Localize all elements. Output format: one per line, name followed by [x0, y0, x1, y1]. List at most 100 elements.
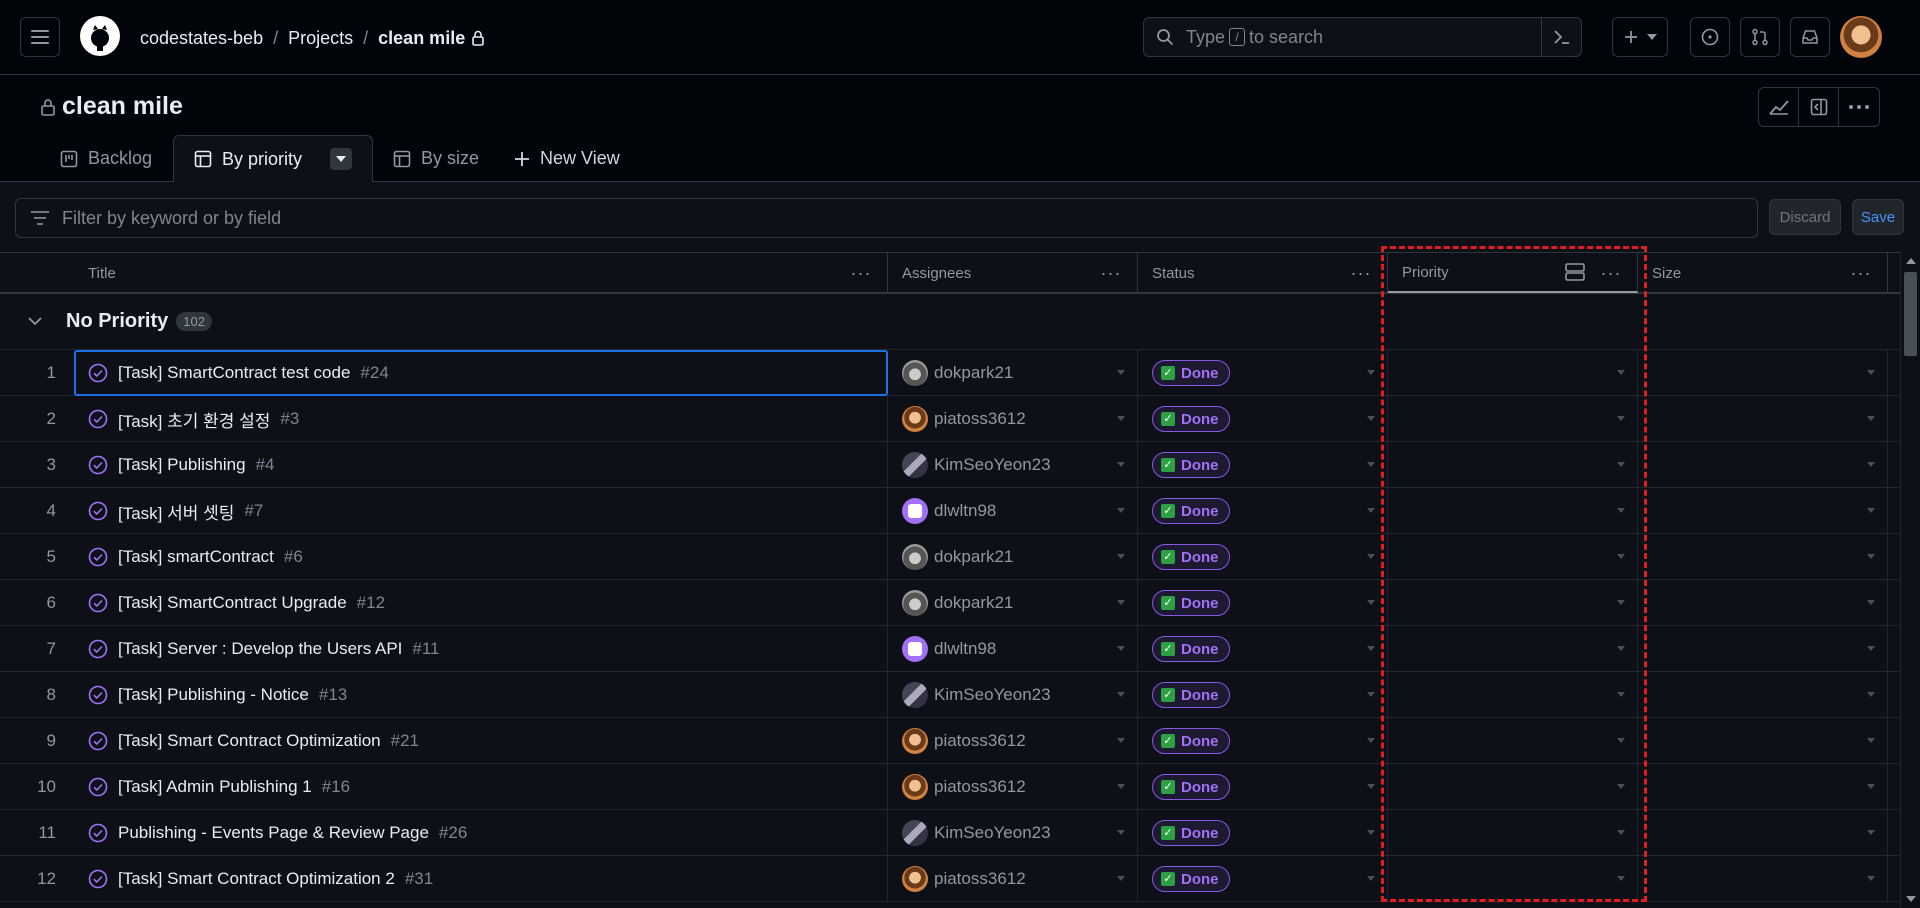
- priority-cell[interactable]: [1388, 764, 1638, 810]
- status-cell[interactable]: ✓ Done: [1138, 672, 1388, 718]
- chevron-down-icon[interactable]: [1367, 370, 1375, 375]
- size-cell[interactable]: [1638, 396, 1888, 442]
- breadcrumb-projects[interactable]: Projects: [288, 28, 353, 49]
- chevron-down-icon[interactable]: [1617, 416, 1625, 421]
- chevron-down-icon[interactable]: [1617, 554, 1625, 559]
- chevron-down-icon[interactable]: [1367, 554, 1375, 559]
- priority-cell[interactable]: [1388, 534, 1638, 580]
- title-cell[interactable]: [Task] Smart Contract Optimization 2 #31: [74, 856, 888, 902]
- title-cell[interactable]: [Task] smartContract #6: [74, 534, 888, 580]
- size-cell[interactable]: [1638, 442, 1888, 488]
- priority-cell[interactable]: [1388, 580, 1638, 626]
- title-cell[interactable]: Publishing - Events Page & Review Page #2…: [74, 810, 888, 856]
- chevron-down-icon[interactable]: [28, 317, 42, 326]
- table-row[interactable]: 10 [Task] Admin Publishing 1 #16 piatoss361…: [0, 764, 1900, 810]
- group-header[interactable]: No Priority 102: [0, 294, 1900, 350]
- table-row[interactable]: 5 [Task] smartContract #6 dokpark21 ✓ Done: [0, 534, 1900, 580]
- size-cell[interactable]: [1638, 350, 1888, 396]
- assignee-cell[interactable]: dokpark21: [888, 350, 1138, 396]
- column-header-assignees[interactable]: Assignees ···: [888, 253, 1138, 293]
- table-row[interactable]: 9 [Task] Smart Contract Optimization #21 pi…: [0, 718, 1900, 764]
- inbox-button[interactable]: [1790, 17, 1830, 57]
- chevron-down-icon[interactable]: [1867, 508, 1875, 513]
- assignee-cell[interactable]: dokpark21: [888, 534, 1138, 580]
- column-header-status[interactable]: Status ···: [1138, 253, 1388, 293]
- size-cell[interactable]: [1638, 856, 1888, 902]
- issue-title[interactable]: [Task] Publishing - Notice: [118, 685, 309, 705]
- group-icon[interactable]: [1565, 263, 1585, 281]
- issue-title[interactable]: [Task] 서버 셋팅: [118, 499, 234, 524]
- table-row[interactable]: 2 [Task] 초기 환경 설정 #3 piatoss3612 ✓ Done: [0, 396, 1900, 442]
- chevron-down-icon[interactable]: [1617, 600, 1625, 605]
- table-row[interactable]: 12 [Task] Smart Contract Optimization 2 #3…: [0, 856, 1900, 902]
- assignee-cell[interactable]: KimSeoYeon23: [888, 810, 1138, 856]
- chevron-down-icon[interactable]: [1117, 554, 1125, 559]
- table-row[interactable]: 1 [Task] SmartContract test code #24 dokpar…: [0, 350, 1900, 396]
- assignee-cell[interactable]: KimSeoYeon23: [888, 672, 1138, 718]
- tab-by-priority[interactable]: By priority: [173, 135, 373, 183]
- discard-button[interactable]: Discard: [1769, 199, 1841, 235]
- column-menu-icon[interactable]: ···: [1599, 263, 1623, 283]
- issue-title[interactable]: [Task] Publishing: [118, 455, 246, 475]
- table-row[interactable]: 11 Publishing - Events Page & Review Page…: [0, 810, 1900, 856]
- chevron-down-icon[interactable]: [1617, 738, 1625, 743]
- project-menu-button[interactable]: [1839, 88, 1879, 126]
- priority-cell[interactable]: [1388, 626, 1638, 672]
- table-row[interactable]: 3 [Task] Publishing #4 KimSeoYeon23 ✓ Done: [0, 442, 1900, 488]
- breadcrumb-project[interactable]: clean mile: [378, 28, 465, 49]
- issue-title[interactable]: [Task] SmartContract test code: [118, 363, 350, 383]
- vertical-scrollbar[interactable]: [1900, 252, 1920, 908]
- assignee-cell[interactable]: dokpark21: [888, 580, 1138, 626]
- chevron-down-icon[interactable]: [1867, 738, 1875, 743]
- column-header-priority[interactable]: Priority ···: [1388, 253, 1638, 293]
- status-cell[interactable]: ✓ Done: [1138, 442, 1388, 488]
- priority-cell[interactable]: [1388, 396, 1638, 442]
- size-cell[interactable]: [1638, 810, 1888, 856]
- chevron-down-icon[interactable]: [1867, 646, 1875, 651]
- chevron-down-icon[interactable]: [1367, 416, 1375, 421]
- priority-cell[interactable]: [1388, 856, 1638, 902]
- assignee-cell[interactable]: piatoss3612: [888, 396, 1138, 442]
- chevron-down-icon[interactable]: [1117, 416, 1125, 421]
- issue-title[interactable]: [Task] smartContract: [118, 547, 274, 567]
- title-cell[interactable]: [Task] Smart Contract Optimization #21: [74, 718, 888, 764]
- title-cell[interactable]: [Task] 서버 셋팅 #7: [74, 488, 888, 534]
- column-menu-icon[interactable]: ···: [1849, 263, 1873, 283]
- priority-cell[interactable]: [1388, 442, 1638, 488]
- user-avatar[interactable]: [1840, 16, 1882, 58]
- chevron-down-icon[interactable]: [1617, 830, 1625, 835]
- chevron-down-icon[interactable]: [1617, 876, 1625, 881]
- status-cell[interactable]: ✓ Done: [1138, 856, 1388, 902]
- priority-cell[interactable]: [1388, 718, 1638, 764]
- assignee-cell[interactable]: dlwltn98: [888, 488, 1138, 534]
- chevron-down-icon[interactable]: [1867, 416, 1875, 421]
- issue-title[interactable]: [Task] Smart Contract Optimization 2: [118, 869, 395, 889]
- search-input[interactable]: Type / to search: [1143, 17, 1582, 57]
- chevron-down-icon[interactable]: [1367, 830, 1375, 835]
- status-cell[interactable]: ✓ Done: [1138, 534, 1388, 580]
- status-cell[interactable]: ✓ Done: [1138, 580, 1388, 626]
- new-view-button[interactable]: New View: [514, 135, 620, 182]
- table-row[interactable]: 4 [Task] 서버 셋팅 #7 dlwltn98 ✓ Done: [0, 488, 1900, 534]
- menu-button[interactable]: [20, 17, 60, 57]
- chevron-down-icon[interactable]: [1617, 646, 1625, 651]
- chevron-down-icon[interactable]: [1117, 370, 1125, 375]
- chevron-down-icon[interactable]: [1367, 646, 1375, 651]
- issues-button[interactable]: [1690, 17, 1730, 57]
- chevron-down-icon[interactable]: [1117, 830, 1125, 835]
- insights-button[interactable]: [1759, 88, 1799, 126]
- chevron-down-icon[interactable]: [1617, 692, 1625, 697]
- chevron-down-icon[interactable]: [1367, 876, 1375, 881]
- toggle-sidebar-button[interactable]: [1799, 88, 1839, 126]
- chevron-down-icon[interactable]: [1617, 370, 1625, 375]
- status-cell[interactable]: ✓ Done: [1138, 350, 1388, 396]
- chevron-down-icon[interactable]: [1367, 692, 1375, 697]
- issue-title[interactable]: [Task] SmartContract Upgrade: [118, 593, 347, 613]
- tab-by-size[interactable]: By size: [393, 135, 479, 182]
- breadcrumb-org[interactable]: codestates-beb: [140, 28, 263, 49]
- column-header-title[interactable]: Title ···: [74, 253, 888, 293]
- filter-input[interactable]: Filter by keyword or by field: [15, 198, 1758, 238]
- chevron-down-icon[interactable]: [1617, 784, 1625, 789]
- issue-title[interactable]: [Task] Smart Contract Optimization: [118, 731, 381, 751]
- chevron-down-icon[interactable]: [1367, 508, 1375, 513]
